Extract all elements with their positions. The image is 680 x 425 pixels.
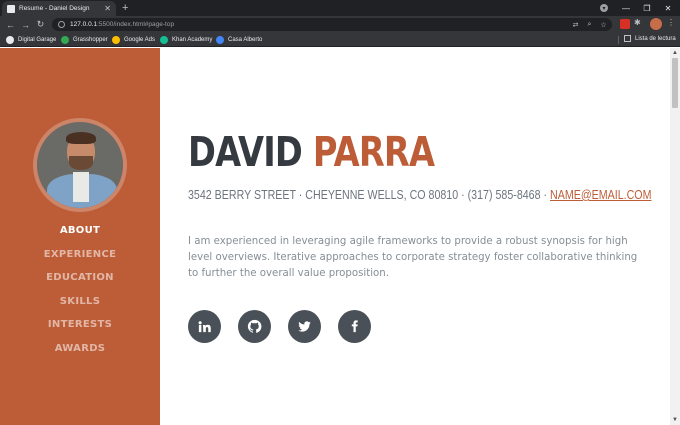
page-favicon-icon: [7, 4, 15, 13]
bookmark-item[interactable]: Google Ads: [112, 35, 155, 45]
contact-line: 3542 BERRY STREET · CHEYENNE WELLS, CO 8…: [188, 187, 651, 202]
bookmark-star-icon[interactable]: ☆: [598, 18, 609, 31]
address-bar[interactable]: 127.0.0.1:5500/index.html#page-top ⇄ ⌕ ☆: [52, 18, 612, 31]
facebook-button[interactable]: [338, 310, 371, 343]
window-close-button[interactable]: ✕: [658, 0, 678, 16]
about-section: DAVID PARRA 3542 BERRY STREET · CHEYENNE…: [160, 48, 670, 425]
nav-list: ABOUT EXPERIENCE EDUCATION SKILLS INTERE…: [0, 223, 160, 365]
nav-item-awards[interactable]: AWARDS: [0, 341, 160, 365]
browser-menu-icon[interactable]: ⋮: [667, 18, 675, 27]
browser-tab-strip: Resume - Daniel Design ✕ + ▾ — ❐ ✕: [0, 0, 680, 16]
address-text: 3542 BERRY STREET · CHEYENNE WELLS, CO 8…: [188, 187, 551, 202]
bookmark-favicon-icon: [160, 36, 168, 44]
nav-item-about[interactable]: ABOUT: [0, 223, 160, 247]
sidebar-nav: ABOUT EXPERIENCE EDUCATION SKILLS INTERE…: [0, 48, 160, 425]
twitter-button[interactable]: [288, 310, 321, 343]
reading-list-button[interactable]: Lista de lectura: [624, 35, 676, 42]
profile-avatar[interactable]: [650, 18, 662, 30]
reading-list-icon: [624, 35, 631, 42]
bookmark-favicon-icon: [6, 36, 14, 44]
page-scrollbar[interactable]: ▲ ▼: [670, 48, 680, 425]
site-info-icon[interactable]: [58, 21, 65, 28]
bookmarks-bar: Digital Garage Grasshopper Google Ads Kh…: [0, 33, 680, 47]
nav-item-interests[interactable]: INTERESTS: [0, 317, 160, 341]
github-icon: [247, 319, 262, 333]
twitter-icon: [298, 321, 311, 332]
scroll-down-icon[interactable]: ▼: [670, 415, 680, 425]
extensions-puzzle-icon[interactable]: ✱: [634, 18, 644, 28]
bookmark-item[interactable]: Casa Alberto: [216, 35, 262, 45]
nav-item-experience[interactable]: EXPERIENCE: [0, 247, 160, 271]
bio-text: I am experienced in leveraging agile fra…: [188, 236, 638, 279]
tab-close-icon[interactable]: ✕: [104, 4, 111, 13]
browser-tab[interactable]: Resume - Daniel Design ✕: [2, 1, 116, 16]
nav-item-education[interactable]: EDUCATION: [0, 270, 160, 294]
social-links: [188, 310, 388, 343]
tab-title: Resume - Daniel Design: [19, 5, 90, 12]
bookmark-item[interactable]: Grasshopper: [61, 35, 108, 45]
forward-button[interactable]: →: [19, 18, 32, 31]
bookmark-item[interactable]: Khan Academy: [160, 35, 212, 45]
bookmark-favicon-icon: [112, 36, 120, 44]
minimize-button[interactable]: —: [616, 0, 636, 16]
extension-icon[interactable]: [620, 19, 630, 29]
linkedin-icon: [198, 321, 211, 333]
bookmark-favicon-icon: [216, 36, 224, 44]
first-name: DAVID: [188, 128, 303, 176]
zoom-icon[interactable]: ⌕: [584, 18, 595, 31]
bookmark-favicon-icon: [61, 36, 69, 44]
bookmark-item[interactable]: Digital Garage: [6, 35, 56, 45]
bookmarks-divider: [618, 36, 619, 44]
page-title: DAVID PARRA: [188, 132, 435, 173]
url-text: 127.0.0.1:5500/index.html#page-top: [70, 21, 175, 28]
profile-photo: [33, 118, 127, 212]
reload-button[interactable]: ↻: [34, 18, 47, 31]
github-button[interactable]: [238, 310, 271, 343]
facebook-icon: [351, 320, 358, 333]
nav-item-skills[interactable]: SKILLS: [0, 294, 160, 318]
email-link[interactable]: NAME@EMAIL.COM: [550, 187, 651, 202]
translate-icon[interactable]: ⇄: [570, 18, 581, 31]
back-button[interactable]: ←: [4, 18, 17, 31]
tab-search-icon[interactable]: ▾: [600, 4, 608, 12]
browser-toolbar: ← → ↻ 127.0.0.1:5500/index.html#page-top…: [0, 16, 680, 33]
new-tab-button[interactable]: +: [122, 1, 128, 15]
scrollbar-thumb[interactable]: [672, 58, 678, 108]
linkedin-button[interactable]: [188, 310, 221, 343]
scroll-up-icon[interactable]: ▲: [670, 48, 680, 58]
maximize-button[interactable]: ❐: [637, 0, 657, 16]
last-name: PARRA: [312, 128, 435, 176]
